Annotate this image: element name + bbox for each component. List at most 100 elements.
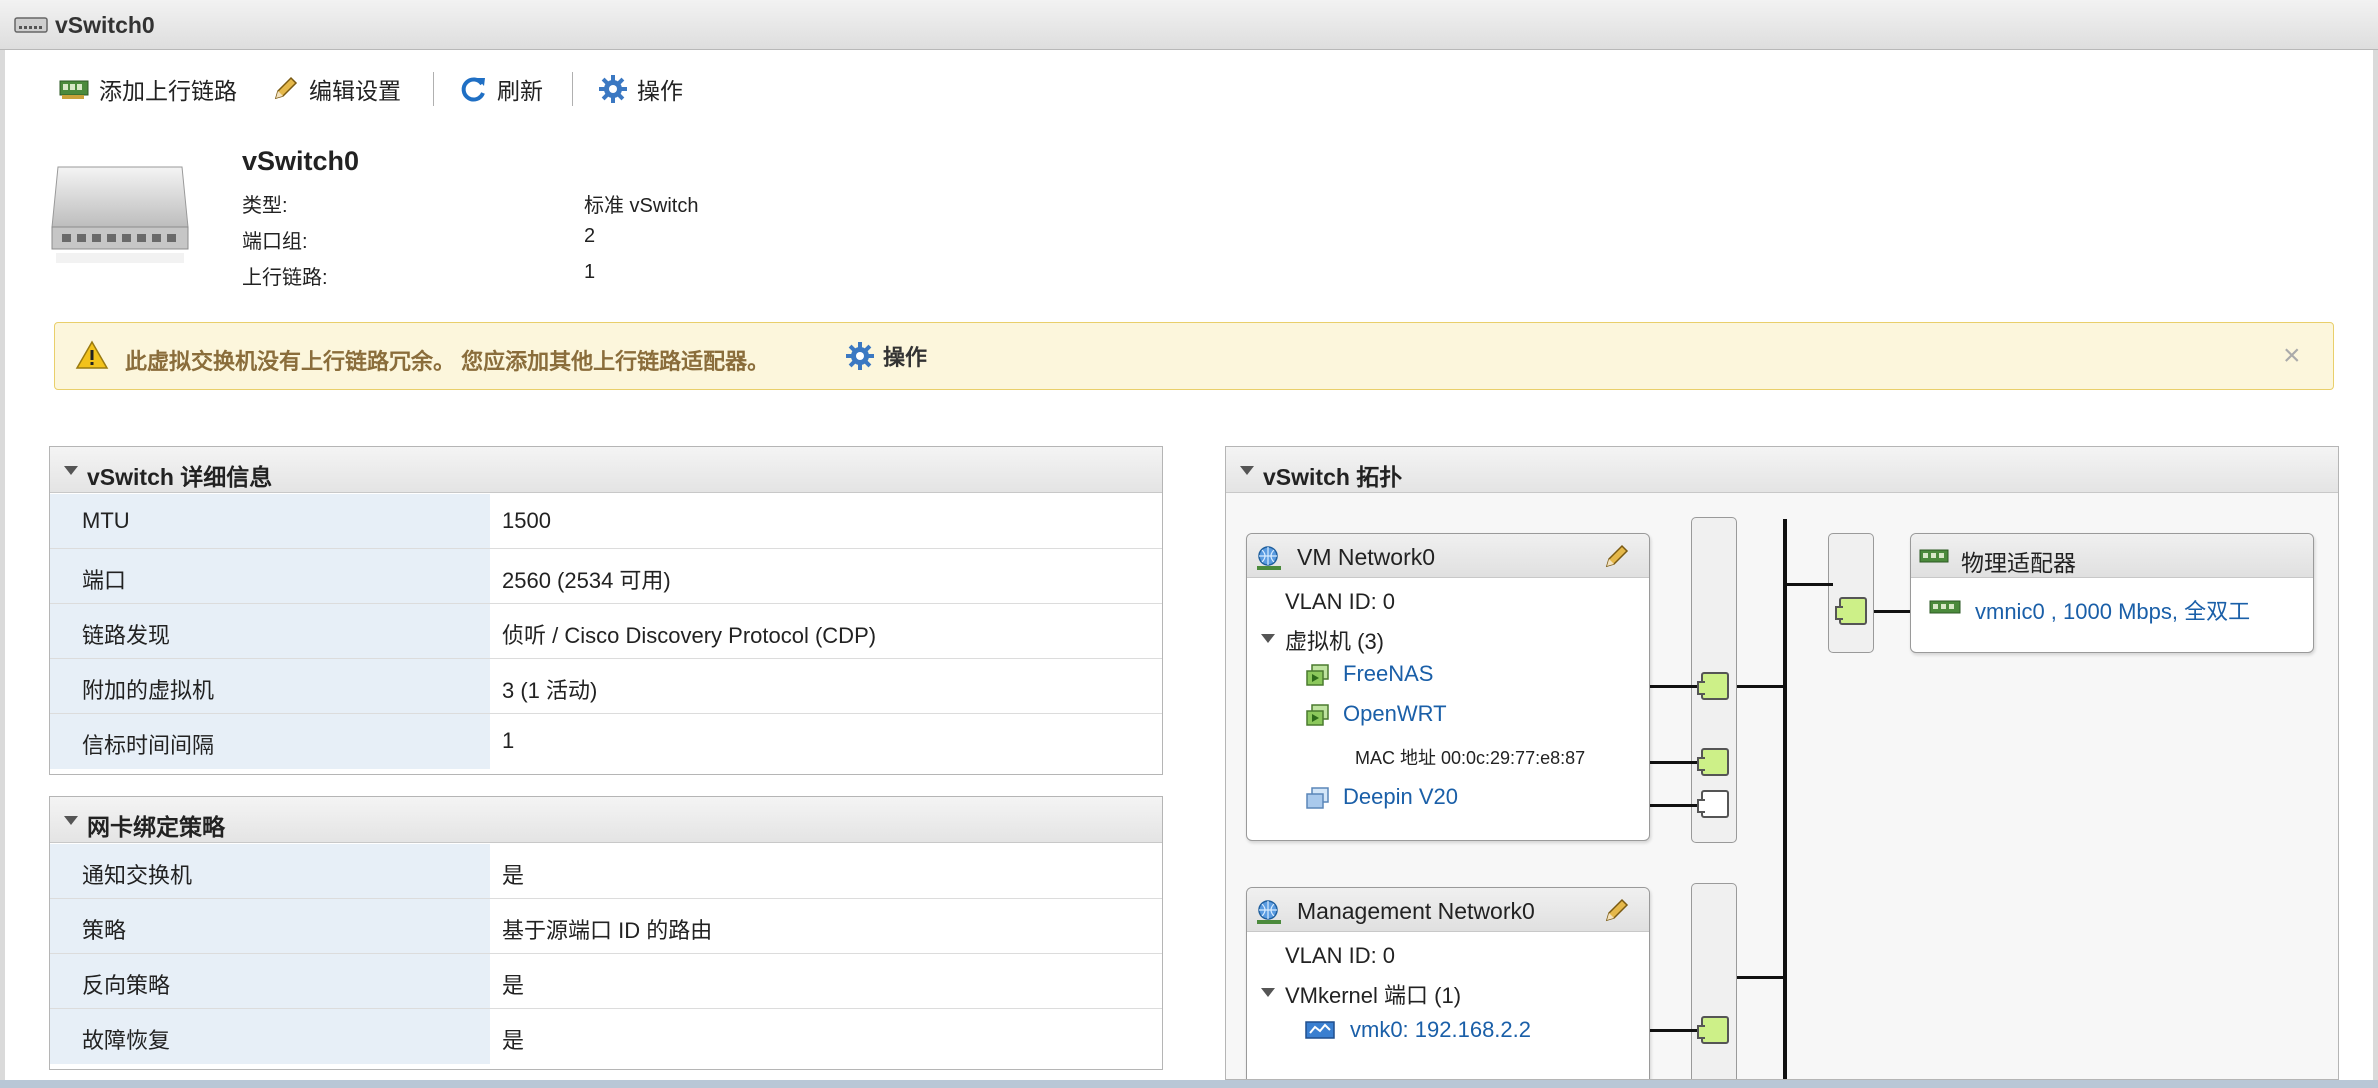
portgroups-value: 2 <box>584 225 596 247</box>
warning-triangle-icon <box>75 340 109 369</box>
detail-label: 端口 <box>82 568 127 593</box>
uplink-rail <box>1828 533 1874 653</box>
details-panel-header[interactable]: vSwitch 详细信息 <box>50 447 1162 493</box>
teaming-label: 通知交换机 <box>82 863 193 888</box>
pencil-icon <box>274 76 298 100</box>
frame-left <box>0 50 5 1088</box>
warning-banner: 此虚拟交换机没有上行链路冗余。 您应添加其他上行链路适配器。 操作 × <box>54 322 2334 390</box>
edit-settings-label: 编辑设置 <box>309 78 401 104</box>
refresh-icon <box>461 77 485 102</box>
type-value: 标准 vSwitch <box>584 195 699 217</box>
refresh-button[interactable]: 刷新 <box>458 70 543 108</box>
teaming-row-reverse: 反向策略 是 <box>50 954 1162 1009</box>
toolbar-separator <box>572 72 573 106</box>
vswitch-image <box>51 166 189 263</box>
edit-settings-button[interactable]: 编辑设置 <box>270 70 401 108</box>
detail-value: 1 <box>502 728 515 753</box>
uplinks-value: 1 <box>584 261 596 283</box>
teaming-value: 是 <box>502 863 525 888</box>
detail-value: 1500 <box>502 508 551 533</box>
mgmt-network-header: Management Network0 <box>1247 888 1649 932</box>
add-uplink-button[interactable]: 添加上行链路 <box>58 70 237 108</box>
physical-nic-icon <box>1919 549 1949 563</box>
gear-icon <box>846 342 874 370</box>
pencil-icon[interactable] <box>1601 896 1631 926</box>
vm-port-active <box>1697 748 1729 776</box>
topology-panel: vSwitch 拓扑 VM Network0 VLAN ID: 0 虚拟机 (3… <box>1225 446 2339 1080</box>
toolbar-separator <box>433 72 434 106</box>
actions-button[interactable]: 操作 <box>598 70 683 108</box>
portgroup-rail <box>1691 883 1737 1079</box>
vm-group-caret-icon[interactable] <box>1261 634 1275 643</box>
topology-panel-header[interactable]: vSwitch 拓扑 <box>1226 447 2338 493</box>
physical-adapters-header: 物理适配器 <box>1911 534 2313 578</box>
connection-line <box>1646 1029 1701 1032</box>
vm-icon <box>1306 787 1329 809</box>
pencil-icon[interactable] <box>1601 542 1631 572</box>
teaming-value: 是 <box>502 1028 525 1053</box>
frame-bottom <box>0 1080 2378 1088</box>
portgroups-label: 端口组: <box>242 231 308 253</box>
detail-value: 侦听 / Cisco Discovery Protocol (CDP) <box>502 623 877 648</box>
details-panel: vSwitch 详细信息 MTU 1500 端口 2560 (2534 可用) … <box>49 446 1163 775</box>
connection-line <box>1785 583 1833 586</box>
warning-message: 此虚拟交换机没有上行链路冗余。 您应添加其他上行链路适配器。 <box>125 349 770 374</box>
teaming-row-failback: 故障恢复 是 <box>50 1009 1162 1064</box>
connection-line <box>1874 610 1914 613</box>
physical-nic-icon <box>1929 600 1961 614</box>
physical-adapters-box: 物理适配器 vmnic0 , 1000 Mbps, 全双工 <box>1910 533 2314 653</box>
vm-link-openwrt[interactable]: OpenWRT <box>1343 701 1447 727</box>
teaming-value: 是 <box>502 973 525 998</box>
teaming-value: 基于源端口 ID 的路由 <box>502 918 713 943</box>
physical-adapters-title: 物理适配器 <box>1961 550 2076 576</box>
refresh-label: 刷新 <box>497 78 543 104</box>
vm-network-vlan: VLAN ID: 0 <box>1285 589 1396 614</box>
mgmt-network-name: Management Network0 <box>1297 898 1535 924</box>
connection-line <box>1646 804 1701 807</box>
detail-row-beacon-interval: 信标时间间隔 1 <box>50 714 1162 769</box>
detail-value: 3 (1 活动) <box>502 678 598 703</box>
mgmt-network-vlan: VLAN ID: 0 <box>1285 943 1396 968</box>
uplinks-label: 上行链路: <box>242 267 328 289</box>
collapse-caret-icon <box>64 816 78 825</box>
vm-port-active <box>1697 672 1729 700</box>
teaming-row-notify: 通知交换机 是 <box>50 844 1162 899</box>
teaming-label: 故障恢复 <box>82 1028 171 1053</box>
warning-close-button[interactable]: × <box>2283 339 2301 373</box>
connection-line <box>1737 976 1785 979</box>
warning-actions-button[interactable]: 操作 <box>845 340 927 372</box>
collapse-caret-icon <box>1240 466 1254 475</box>
detail-label: 附加的虚拟机 <box>82 678 215 703</box>
uplink-port <box>1835 597 1867 625</box>
detail-label: 信标时间间隔 <box>82 733 215 758</box>
vmk-group-caret-icon[interactable] <box>1261 988 1275 997</box>
gear-icon <box>599 75 627 103</box>
detail-value: 2560 (2534 可用) <box>502 568 671 593</box>
detail-row-link-discovery: 链路发现 侦听 / Cisco Discovery Protocol (CDP) <box>50 604 1162 659</box>
network-globe-icon <box>1257 546 1281 570</box>
vmk-port-active <box>1697 1016 1729 1044</box>
vmk-group-label[interactable]: VMkernel 端口 (1) <box>1285 978 1461 1010</box>
window-titlebar: vSwitch0 <box>0 0 2378 50</box>
vm-group-label[interactable]: 虚拟机 (3) <box>1285 624 1384 656</box>
window-title: vSwitch0 <box>55 12 155 38</box>
vswitch-name: vSwitch0 <box>242 146 360 176</box>
frame-right <box>2373 50 2378 1088</box>
vmnic-link[interactable]: vmnic0 , 1000 Mbps, 全双工 <box>1975 594 2250 626</box>
vm-icon <box>1306 704 1329 726</box>
teaming-label: 反向策略 <box>82 973 171 998</box>
teaming-panel-header[interactable]: 网卡绑定策略 <box>50 797 1162 843</box>
teaming-label: 策略 <box>82 918 127 943</box>
vm-link-deepin[interactable]: Deepin V20 <box>1343 784 1458 810</box>
detail-row-ports: 端口 2560 (2534 可用) <box>50 549 1162 604</box>
vm-network-portgroup: VM Network0 VLAN ID: 0 虚拟机 (3) FreeNAS O… <box>1246 533 1650 841</box>
vm-link-freenas[interactable]: FreeNAS <box>1343 661 1433 687</box>
detail-label: MTU <box>82 508 130 533</box>
vm-port-inactive <box>1697 790 1729 818</box>
switch-icon <box>14 17 48 33</box>
vmkernel-icon <box>1305 1021 1335 1039</box>
vmk-link[interactable]: vmk0: 192.168.2.2 <box>1350 1017 1531 1043</box>
vswitch-bus <box>1783 519 1787 1079</box>
details-panel-title: vSwitch 详细信息 <box>87 464 273 490</box>
detail-row-mtu: MTU 1500 <box>50 494 1162 549</box>
